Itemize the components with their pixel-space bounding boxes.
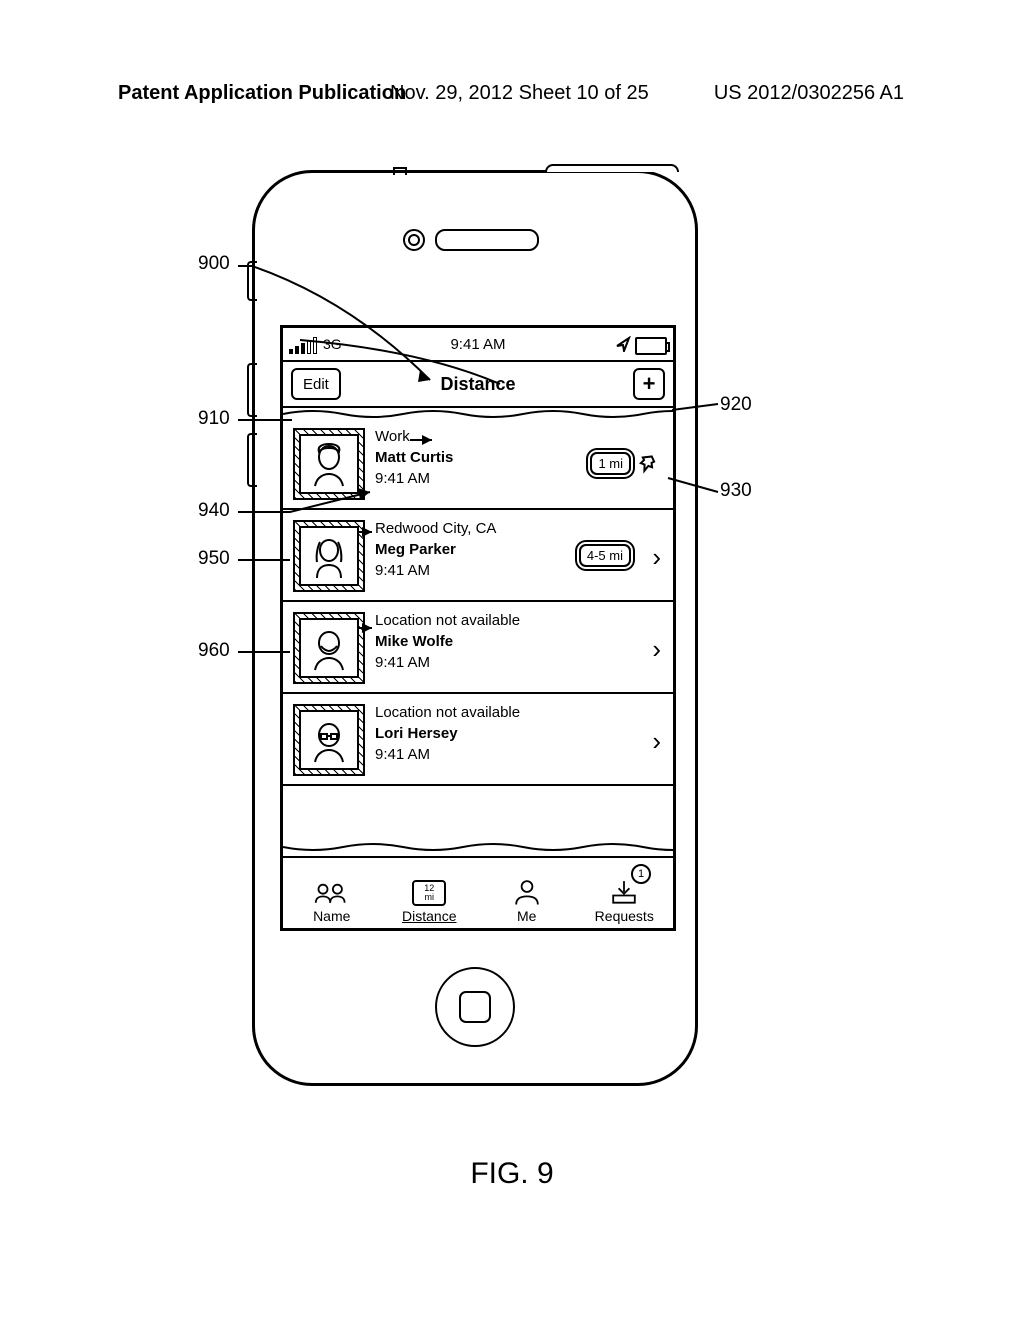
distance-tab-icon: 12 mi	[412, 880, 446, 906]
row-name: Matt Curtis	[375, 447, 453, 468]
friends-list: Work Matt Curtis 9:41 AM 1 mi Redwood Ci	[283, 418, 673, 786]
front-camera-icon	[403, 229, 425, 251]
tab-label: Name	[313, 908, 350, 924]
tab-name[interactable]: Name	[283, 858, 381, 928]
list-row[interactable]: Location not available Mike Wolfe 9:41 A…	[283, 602, 673, 694]
row-location: Location not available	[375, 702, 520, 723]
tab-label: Requests	[595, 908, 654, 924]
row-time: 9:41 AM	[375, 468, 453, 489]
row-location: Work	[375, 426, 453, 447]
tab-bar: Name 12 mi Distance Me 1 Requests	[283, 856, 673, 928]
phone-body: 3G 9:41 AM Edit Distance +	[252, 170, 698, 1086]
tab-me[interactable]: Me	[478, 858, 576, 928]
row-name: Mike Wolfe	[375, 631, 520, 652]
row-time: 9:41 AM	[375, 652, 520, 673]
row-time: 9:41 AM	[375, 560, 496, 581]
header-right: US 2012/0302256 A1	[714, 82, 904, 105]
volume-up	[247, 363, 257, 417]
tab-label: Me	[517, 908, 536, 924]
distance-icon-bot: mi	[416, 893, 442, 902]
avatar	[293, 612, 365, 684]
ref-900: 900	[198, 253, 230, 275]
figure-label: FIG. 9	[0, 1157, 1024, 1191]
volume-down	[247, 433, 257, 487]
ref-920: 920	[720, 394, 752, 416]
location-arrow-icon	[615, 336, 631, 356]
list-row[interactable]: Redwood City, CA Meg Parker 9:41 AM 4-5 …	[283, 510, 673, 602]
header-left: Patent Application Publication	[118, 82, 406, 105]
requests-badge: 1	[631, 864, 651, 884]
chevron-right-icon: ›	[652, 636, 661, 662]
speaker-slot-icon	[435, 229, 539, 251]
chevron-right-icon: ›	[652, 544, 661, 570]
distance-badge: 4-5 mi	[579, 544, 631, 567]
avatar	[293, 704, 365, 776]
add-label: +	[643, 371, 656, 397]
top-torn-edge	[283, 408, 673, 418]
bottom-torn-edge	[283, 841, 673, 853]
add-button[interactable]: +	[633, 368, 665, 400]
tab-label: Distance	[402, 908, 456, 924]
mute-switch	[247, 261, 257, 301]
distance-badge: 1 mi	[590, 452, 631, 475]
home-button[interactable]	[435, 967, 515, 1047]
tab-requests[interactable]: 1 Requests	[576, 858, 674, 928]
list-row[interactable]: Location not available Lori Hersey 9:41 …	[283, 694, 673, 786]
row-time: 9:41 AM	[375, 744, 520, 765]
row-location: Redwood City, CA	[375, 518, 496, 539]
row-location: Location not available	[375, 610, 520, 631]
top-notch-slot	[545, 164, 679, 172]
avatar	[293, 428, 365, 500]
avatar	[293, 520, 365, 592]
pushpin-icon	[639, 454, 659, 479]
row-name: Meg Parker	[375, 539, 496, 560]
screen: 3G 9:41 AM Edit Distance +	[280, 325, 676, 931]
ref-950: 950	[198, 548, 230, 570]
ref-930: 930	[720, 480, 752, 502]
tab-distance[interactable]: 12 mi Distance	[381, 858, 479, 928]
nav-title: Distance	[283, 374, 673, 395]
ref-910: 910	[198, 408, 230, 430]
battery-icon	[635, 337, 667, 355]
top-notch-tab	[393, 167, 407, 175]
chevron-right-icon: ›	[652, 728, 661, 754]
ref-960: 960	[198, 640, 230, 662]
header-center: Nov. 29, 2012 Sheet 10 of 25	[390, 82, 649, 105]
nav-bar: Edit Distance +	[283, 362, 673, 408]
row-name: Lori Hersey	[375, 723, 520, 744]
ref-940: 940	[198, 500, 230, 522]
status-bar: 3G 9:41 AM	[283, 328, 673, 362]
list-row[interactable]: Work Matt Curtis 9:41 AM 1 mi	[283, 418, 673, 510]
